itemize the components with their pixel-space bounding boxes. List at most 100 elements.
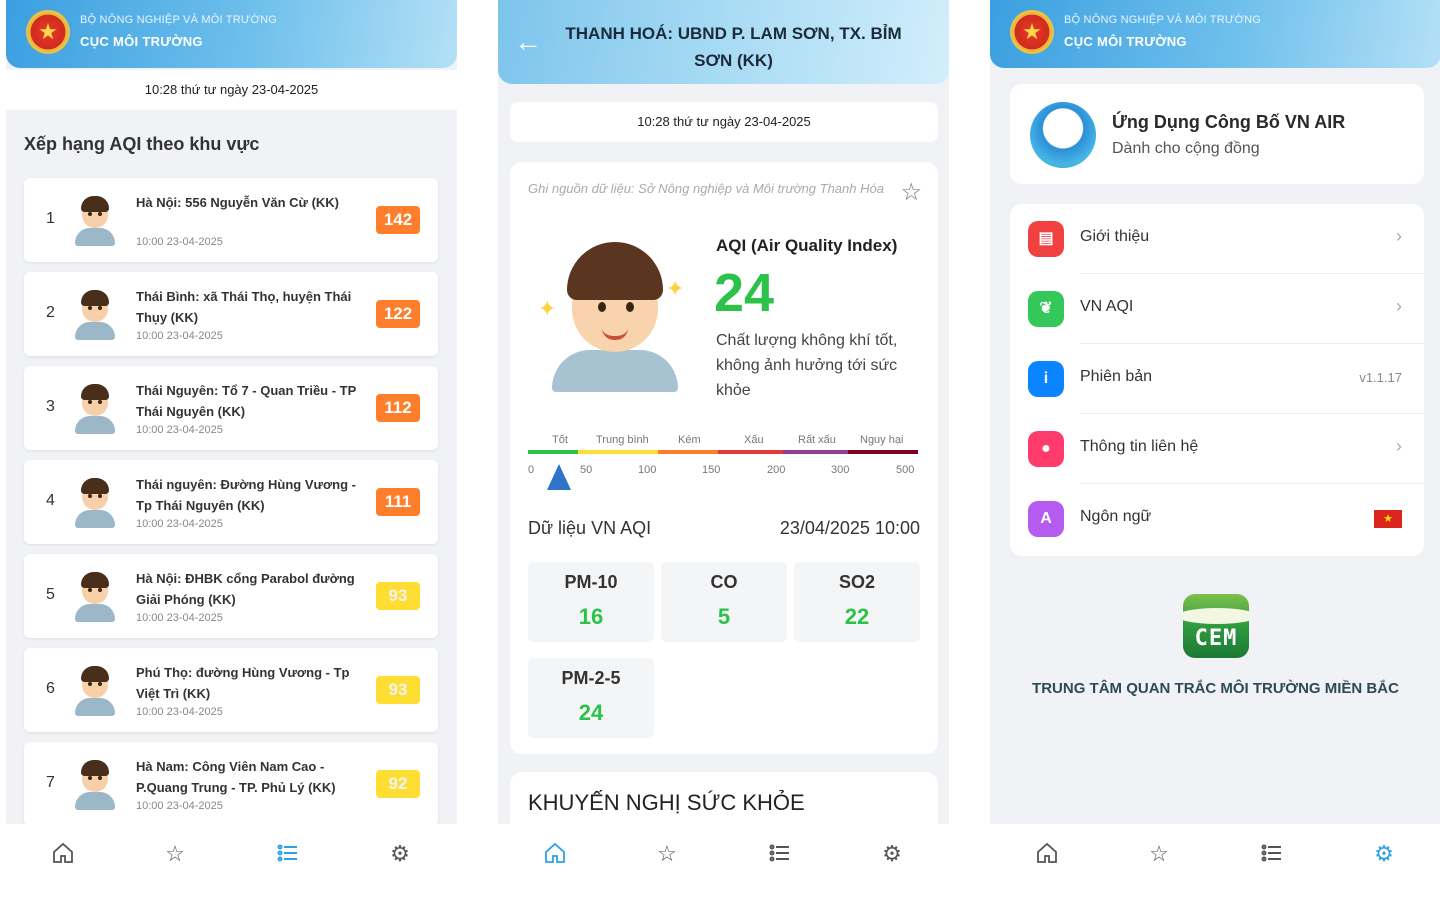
aqi-badge: 122 bbox=[376, 300, 420, 328]
chevron-right-icon: › bbox=[1396, 296, 1402, 316]
scale-tick: 0 bbox=[528, 464, 535, 476]
scale-label: Rất xấu bbox=[798, 434, 836, 446]
rank-number: 5 bbox=[46, 586, 55, 603]
app-subtitle: Dành cho cộng đồng bbox=[1112, 140, 1260, 157]
aqi-value: 24 bbox=[714, 263, 775, 323]
menu-item-thong-tin-lien-he[interactable]: ● Thông tin liên hệ › bbox=[1010, 414, 1424, 484]
scale-tick: 300 bbox=[831, 464, 850, 476]
pollutant-value: 16 bbox=[578, 604, 604, 629]
aqi-avatar-icon bbox=[72, 570, 118, 622]
national-emblem-icon: ★ bbox=[1010, 10, 1054, 54]
station-name: Phú Thọ: đường Hùng Vương - Tp Việt Trì … bbox=[136, 665, 350, 701]
scale-tick: 100 bbox=[638, 464, 657, 476]
aqi-avatar-icon bbox=[72, 194, 118, 246]
sparkle-icon: ✦ bbox=[538, 296, 557, 321]
station-name: Hà Nội: ĐHBK cổng Parabol đường Giải Phó… bbox=[136, 571, 355, 607]
station-time: 10:00 23-04-2025 bbox=[136, 706, 223, 718]
menu-item-label: Phiên bản bbox=[1080, 368, 1153, 385]
aqi-avatar-icon bbox=[72, 382, 118, 434]
ranking-screen: ★ BỘ NÔNG NGHIỆP VÀ MÔI TRƯỜNG CỤC MÔI T… bbox=[6, 0, 457, 882]
star-icon[interactable]: ☆ bbox=[162, 841, 188, 867]
aqi-color-scale bbox=[528, 450, 918, 454]
pollutant-name: CO bbox=[710, 572, 738, 592]
info-icon: i bbox=[1028, 361, 1064, 397]
sparkle-icon: ✦ bbox=[666, 276, 685, 301]
aqi-badge: 142 bbox=[376, 206, 420, 234]
settings-icon[interactable]: ⚙ bbox=[387, 841, 413, 867]
home-icon[interactable] bbox=[50, 841, 76, 867]
agency-name: CỤC MÔI TRƯỜNG bbox=[1064, 34, 1187, 49]
station-name: Hà Nam: Công Viên Nam Cao - P.Quang Trun… bbox=[136, 759, 336, 795]
ranking-row[interactable]: 3 Thái Nguyên: Tổ 7 - Quan Triều - TP Thá… bbox=[24, 366, 438, 450]
list-icon[interactable] bbox=[275, 841, 301, 867]
detail-header: ← THANH HOÁ: UBND P. LAM SƠN, TX. BỈM SƠ… bbox=[498, 0, 949, 84]
data-source-note: Ghi nguồn dữ liệu: Sở Nông nghiệp và Môi… bbox=[528, 181, 884, 196]
national-emblem-icon: ★ bbox=[26, 10, 70, 54]
health-recommendation-card: KHUYẾN NGHỊ SỨC KHỎE bbox=[510, 772, 938, 832]
menu-item-vn-aqi[interactable]: ❦ VN AQI › bbox=[1010, 274, 1424, 344]
scale-label: Tốt bbox=[552, 434, 568, 446]
star-icon[interactable]: ☆ bbox=[654, 841, 680, 867]
list-icon[interactable] bbox=[767, 841, 793, 867]
aqi-card: Ghi nguồn dữ liệu: Sở Nông nghiệp và Môi… bbox=[510, 162, 938, 754]
station-time: 10:00 23-04-2025 bbox=[136, 800, 223, 812]
tab-bar: ☆ ⚙ bbox=[498, 824, 949, 882]
back-arrow-icon[interactable]: ← bbox=[514, 26, 542, 58]
chevron-right-icon: › bbox=[1396, 226, 1402, 246]
station-name: Thái Nguyên: Tổ 7 - Quan Triều - TP Thái… bbox=[136, 383, 357, 419]
chat-icon: ● bbox=[1028, 431, 1064, 467]
app-header: ★ BỘ NÔNG NGHIỆP VÀ MÔI TRƯỜNG CỤC MÔI T… bbox=[990, 0, 1440, 68]
pollutant-card-pm25: PM-2-5 24 bbox=[528, 658, 654, 738]
aqi-mascot-illustration bbox=[540, 232, 690, 392]
favorite-star-icon[interactable]: ☆ bbox=[900, 178, 922, 207]
settings-screen: ★ BỘ NÔNG NGHIỆP VÀ MÔI TRƯỜNG CỤC MÔI T… bbox=[990, 0, 1440, 882]
scale-tick: 50 bbox=[580, 464, 593, 476]
tab-bar: ☆ ⚙ bbox=[990, 824, 1440, 882]
menu-item-gioi-thieu[interactable]: ▤ Giới thiệu › bbox=[1010, 204, 1424, 274]
pollutant-name: PM-10 bbox=[564, 572, 618, 592]
organization-name: TRUNG TÂM QUAN TRẮC MÔI TRƯỜNG MIỀN BẮC bbox=[1032, 680, 1399, 697]
ranking-row[interactable]: 7 Hà Nam: Công Viên Nam Cao - P.Quang Tru… bbox=[24, 742, 438, 826]
station-title: THANH HOÁ: UBND P. LAM SƠN, TX. BỈM SƠN … bbox=[565, 24, 902, 70]
tab-bar: ☆ ⚙ bbox=[6, 824, 457, 882]
app-info-card: Ứng Dụng Công Bố VN AIR Dành cho cộng đồ… bbox=[1010, 84, 1424, 184]
aqi-badge: 93 bbox=[376, 676, 420, 704]
vn-flag-icon[interactable]: ★ bbox=[1374, 510, 1402, 528]
ranking-row[interactable]: 4 Thái nguyên: Đường Hùng Vương - Tp Thái… bbox=[24, 460, 438, 544]
pollutant-value: 5 bbox=[717, 604, 731, 629]
settings-icon[interactable]: ⚙ bbox=[1371, 841, 1397, 867]
leaf-icon: ❦ bbox=[1028, 291, 1064, 327]
menu-item-phien-ban[interactable]: i Phiên bản v1.1.17 bbox=[1010, 344, 1424, 414]
aqi-avatar-icon bbox=[72, 758, 118, 810]
home-icon[interactable] bbox=[542, 841, 568, 867]
scale-tick: 150 bbox=[702, 464, 721, 476]
translate-icon: A bbox=[1028, 501, 1064, 537]
star-icon[interactable]: ☆ bbox=[1146, 841, 1172, 867]
pollutant-card-so2: SO2 22 bbox=[794, 562, 920, 642]
rank-number: 7 bbox=[46, 774, 55, 791]
station-detail-screen: ← THANH HOÁ: UBND P. LAM SƠN, TX. BỈM SƠ… bbox=[498, 0, 949, 882]
pollutant-value: 24 bbox=[578, 700, 604, 725]
aqi-badge: 111 bbox=[376, 488, 420, 516]
aqi-avatar-icon bbox=[72, 288, 118, 340]
menu-item-ngon-ngu[interactable]: A Ngôn ngữ ★ bbox=[1010, 484, 1424, 554]
info-doc-icon: ▤ bbox=[1028, 221, 1064, 257]
ranking-row[interactable]: 1 Hà Nội: 556 Nguyễn Văn Cừ (KK) 10:00 23-… bbox=[24, 178, 438, 262]
ranking-row[interactable]: 6 Phú Thọ: đường Hùng Vương - Tp Việt Trì… bbox=[24, 648, 438, 732]
chevron-right-icon: › bbox=[1396, 436, 1402, 456]
aqi-pointer-icon bbox=[547, 464, 571, 490]
scale-tick: 500 bbox=[896, 464, 915, 476]
aqi-badge: 92 bbox=[376, 770, 420, 798]
list-icon[interactable] bbox=[1259, 841, 1285, 867]
station-name: Hà Nội: 556 Nguyễn Văn Cừ (KK) bbox=[136, 195, 339, 210]
ranking-row[interactable]: 5 Hà Nội: ĐHBK cổng Parabol đường Giải Ph… bbox=[24, 554, 438, 638]
vn-aqi-data-label: Dữ liệu VN AQI bbox=[528, 518, 652, 538]
station-time: 10:00 23-04-2025 bbox=[136, 612, 223, 624]
station-time: 10:00 23-04-2025 bbox=[136, 236, 223, 248]
datetime-bar: 10:28 thứ tư ngày 23-04-2025 bbox=[6, 70, 457, 110]
agency-name: CỤC MÔI TRƯỜNG bbox=[80, 34, 203, 49]
settings-icon[interactable]: ⚙ bbox=[879, 841, 905, 867]
menu-item-label: Giới thiệu bbox=[1080, 228, 1150, 245]
home-icon[interactable] bbox=[1034, 841, 1060, 867]
ranking-row[interactable]: 2 Thái Bình: xã Thái Thọ, huyện Thái Thụy… bbox=[24, 272, 438, 356]
